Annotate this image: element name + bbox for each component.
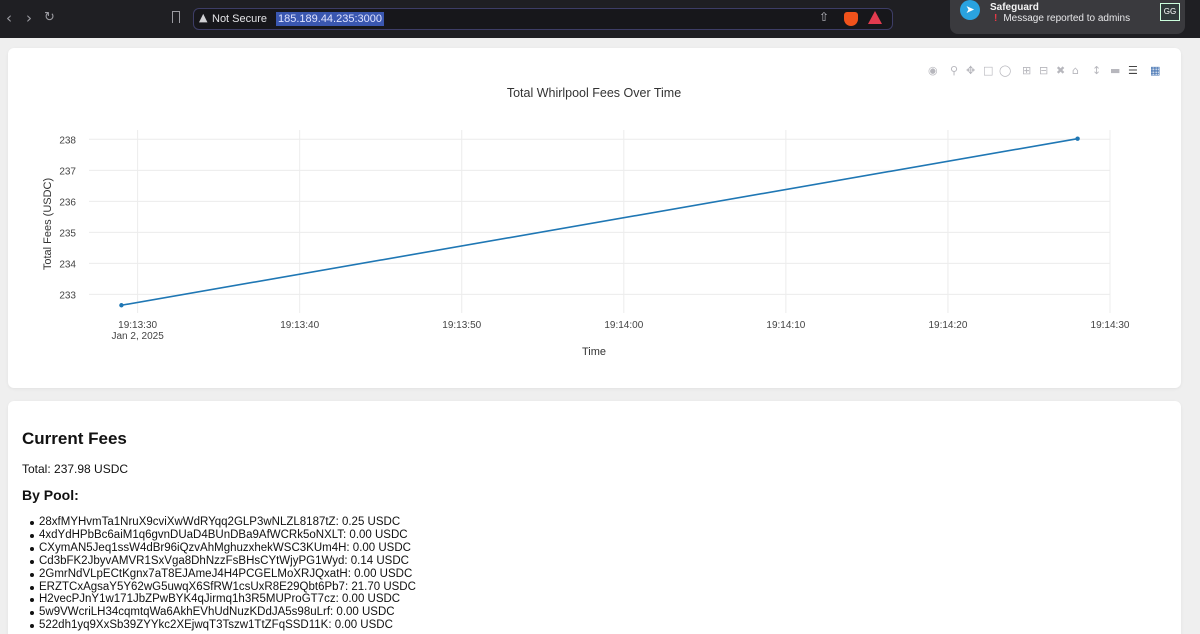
home-icon[interactable]: ⌂ bbox=[1072, 65, 1079, 77]
warning-icon: ▲ bbox=[199, 11, 208, 24]
pool-item: 5w9VWcriLH34cqmtqWa6AkhEVhUdNuzKDdJA5s98… bbox=[30, 606, 416, 619]
pool-item: ERZTCxAgsaY5Y62wG5uwqX6SfRW1csUxR8E29Qbt… bbox=[30, 580, 416, 593]
autoscale-icon[interactable]: ✖ bbox=[1056, 65, 1065, 77]
zoom-icon[interactable]: ⚲ bbox=[950, 65, 958, 77]
notification-message-text: Message reported to admins bbox=[1003, 13, 1131, 24]
pool-item: 4xdYdHPbBc6aiM1q6gvnDUaD4BUnDBa9AfWCRk5o… bbox=[30, 529, 416, 542]
share-icon[interactable]: ⇧ bbox=[819, 10, 829, 24]
bookmark-icon[interactable] bbox=[172, 11, 180, 23]
pool-item: Cd3bFK2JbyvAMVR1SxVga8DhNzzFsBHsCYtWjyPG… bbox=[30, 555, 416, 568]
url-text[interactable]: 185.189.44.235:3000 bbox=[276, 12, 384, 26]
back-icon[interactable]: ‹ bbox=[6, 10, 12, 26]
app-badge-icon: GG bbox=[1160, 3, 1180, 21]
hover-compare-icon[interactable]: ☰ bbox=[1128, 65, 1138, 77]
total-fees-text: Total: 237.98 USDC bbox=[22, 462, 129, 476]
pool-item: 522dh1yq9XxSb39ZYYkc2XEjwqT3Tszw1TtZFqSS… bbox=[30, 619, 416, 632]
reload-icon[interactable]: ↻ bbox=[44, 10, 55, 26]
browser-toolbar: ‹ › ↻ ▲ Not Secure 185.189.44.235:3000 ⇧… bbox=[0, 0, 1200, 38]
lasso-icon[interactable]: ◯ bbox=[999, 65, 1011, 77]
telegram-icon: ➤ bbox=[960, 0, 980, 20]
notification-banner[interactable]: ➤ Safeguard ! Message reported to admins … bbox=[950, 0, 1185, 34]
pool-list: 28xfMYHvmTa1NruX9cviXwWdRYqq2GLP3wNLZL81… bbox=[30, 516, 416, 632]
brave-rewards-icon[interactable] bbox=[868, 11, 882, 24]
spike-lines-icon[interactable]: ↕ bbox=[1092, 65, 1101, 77]
notification-title: Safeguard bbox=[990, 2, 1039, 13]
plotly-logo-icon[interactable]: ▦ bbox=[1150, 65, 1160, 77]
current-fees-heading: Current Fees bbox=[22, 429, 127, 448]
address-bar[interactable]: ▲ Not Secure 185.189.44.235:3000 ⇧ bbox=[193, 8, 893, 30]
by-pool-heading: By Pool: bbox=[22, 487, 79, 503]
zoom-in-icon[interactable]: ⊞ bbox=[1022, 65, 1031, 77]
forward-icon[interactable]: › bbox=[26, 10, 32, 26]
pan-icon[interactable]: ✥ bbox=[966, 65, 975, 77]
pool-item: H2vecPJnY1w171JbZPwBYK4qJirmq1h3R5MUProG… bbox=[30, 593, 416, 606]
security-label: Not Secure bbox=[212, 13, 268, 25]
box-select-icon[interactable]: □ bbox=[983, 65, 993, 77]
zoom-out-icon[interactable]: ⊟ bbox=[1039, 65, 1048, 77]
pool-item: 28xfMYHvmTa1NruX9cviXwWdRYqq2GLP3wNLZL81… bbox=[30, 516, 416, 529]
pool-item: 2GmrNdVLpECtKgnx7aT8EJAmeJ4H4PCGELMoXRJQ… bbox=[30, 568, 416, 581]
camera-icon[interactable]: ◉ bbox=[928, 65, 938, 77]
pool-item: CXymAN5Jeq1ssW4dBr96iQzvAhMghuzxhekWSC3K… bbox=[30, 542, 416, 555]
hover-closest-icon[interactable]: ▬ bbox=[1110, 65, 1120, 77]
exclamation-icon: ! bbox=[994, 13, 998, 24]
notification-message: ! Message reported to admins bbox=[994, 13, 1130, 24]
brave-shield-icon[interactable] bbox=[844, 12, 858, 26]
chart-card bbox=[8, 48, 1181, 388]
